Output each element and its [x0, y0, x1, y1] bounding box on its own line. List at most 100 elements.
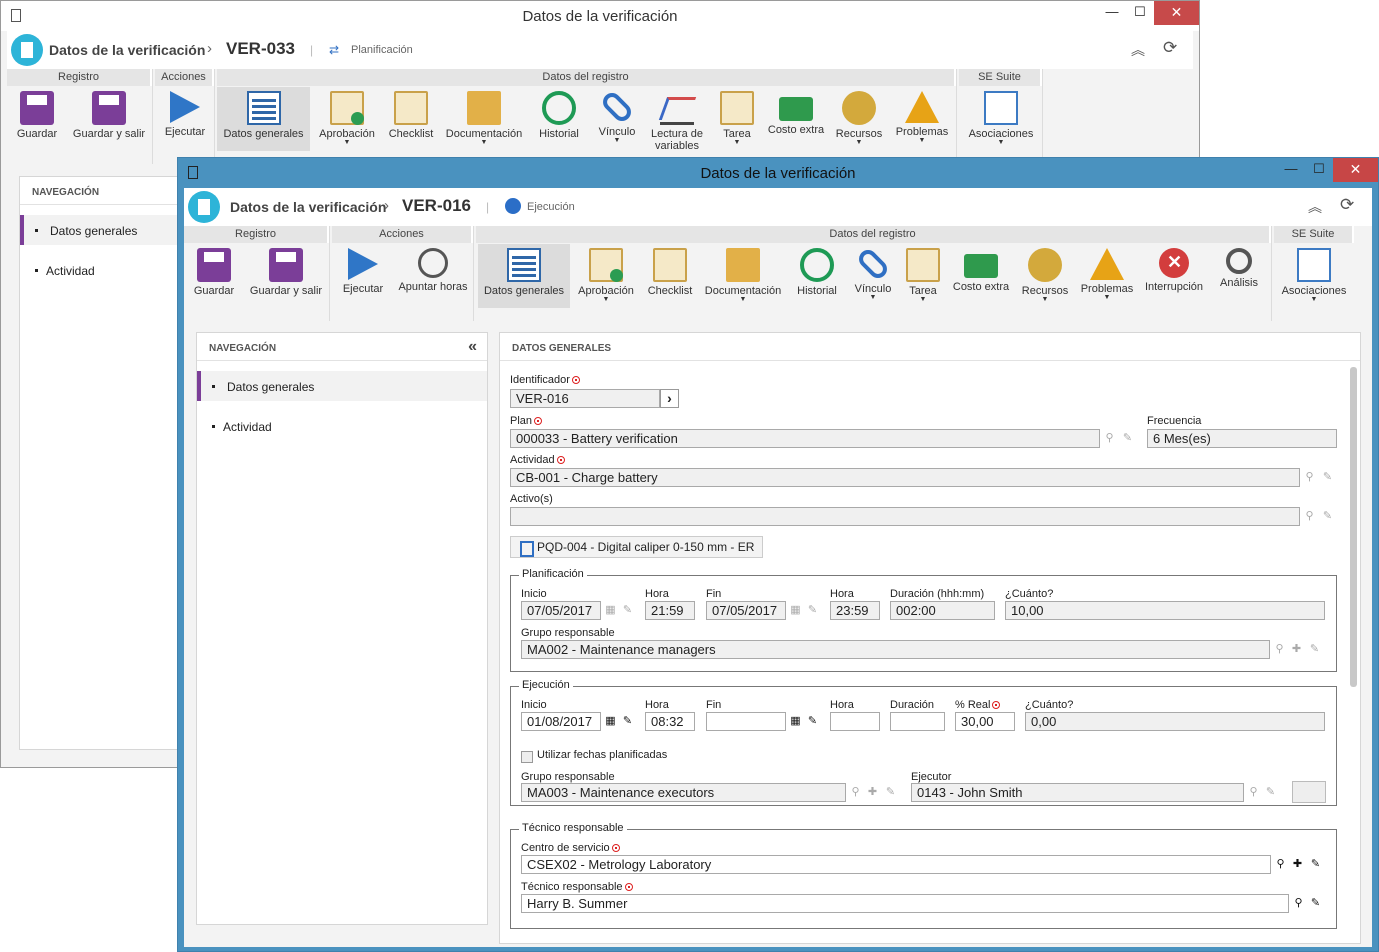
- task-button[interactable]: Tarea ▼: [713, 87, 761, 151]
- clear-icon[interactable]: ✎: [805, 714, 820, 729]
- nav-item-activity[interactable]: Actividad: [20, 255, 188, 285]
- problems-button[interactable]: Problemas ▼: [889, 87, 955, 151]
- plan-duration-field[interactable]: 002:00: [890, 601, 995, 620]
- executor-field[interactable]: 0143 - John Smith: [911, 783, 1244, 802]
- general-data-button[interactable]: Datos generales: [217, 87, 310, 151]
- checklist-button[interactable]: Checklist: [383, 87, 439, 151]
- lock-button[interactable]: [1292, 781, 1326, 803]
- plan-end-field[interactable]: 07/05/2017: [706, 601, 786, 620]
- clear-icon[interactable]: ✎: [805, 603, 820, 618]
- use-planned-checkbox[interactable]: [521, 751, 533, 763]
- exec-real-field[interactable]: 30,00: [955, 712, 1015, 731]
- assets-field[interactable]: [510, 507, 1300, 526]
- clear-icon[interactable]: ✎: [1320, 470, 1335, 485]
- search-icon[interactable]: ⚲: [1102, 431, 1117, 446]
- clear-icon[interactable]: ✎: [883, 785, 898, 800]
- exec-group-field[interactable]: MA003 - Maintenance executors: [521, 783, 846, 802]
- exec-hour-field[interactable]: 08:32: [645, 712, 695, 731]
- documentation-button[interactable]: Documentación ▼: [700, 244, 786, 308]
- save-button[interactable]: Guardar: [188, 244, 240, 308]
- clear-icon[interactable]: ✎: [1308, 896, 1323, 911]
- service-center-field[interactable]: CSEX02 - Metrology Laboratory: [521, 855, 1271, 874]
- clear-icon[interactable]: ✎: [1307, 642, 1322, 657]
- execute-button[interactable]: Ejecutar: [157, 87, 213, 151]
- variables-button[interactable]: Lectura de variables: [643, 87, 711, 152]
- clear-icon[interactable]: ✎: [1120, 431, 1135, 446]
- calendar-icon[interactable]: ▦: [603, 603, 618, 618]
- close-icon[interactable]: ✕: [1333, 158, 1378, 182]
- search-icon[interactable]: ⚲: [1272, 642, 1287, 657]
- history-button[interactable]: Historial: [529, 87, 589, 151]
- asset-chip[interactable]: PQD-004 - Digital caliper 0-150 mm - ER: [510, 536, 764, 558]
- plan-hour-field[interactable]: 21:59: [645, 601, 695, 620]
- refresh-icon[interactable]: ⟳: [1340, 195, 1354, 215]
- log-hours-button[interactable]: Apuntar horas: [394, 244, 472, 308]
- extra-cost-button[interactable]: Costo extra: [948, 244, 1014, 308]
- clear-icon[interactable]: ✎: [1308, 857, 1323, 872]
- calendar-icon[interactable]: ▦: [788, 603, 803, 618]
- resources-button[interactable]: Recursos ▼: [1016, 244, 1074, 308]
- close-icon[interactable]: ✕: [1154, 1, 1199, 25]
- maximize-icon[interactable]: ☐: [1126, 1, 1154, 25]
- collapse-left-icon[interactable]: «: [468, 338, 477, 356]
- exec-start-field[interactable]: 01/08/2017: [521, 712, 601, 731]
- search-icon[interactable]: ⚲: [1273, 857, 1288, 872]
- resources-button[interactable]: Recursos ▼: [831, 87, 887, 151]
- minimize-icon[interactable]: —: [1098, 1, 1126, 25]
- technician-field[interactable]: Harry B. Summer: [521, 894, 1289, 913]
- nav-item-general[interactable]: Datos generales: [197, 371, 487, 401]
- exec-cost-field[interactable]: 0,00: [1025, 712, 1325, 731]
- collapse-up-icon[interactable]: ︽: [1308, 197, 1322, 217]
- add-icon[interactable]: ✚: [865, 785, 880, 800]
- save-exit-button[interactable]: Guardar y salir: [242, 244, 330, 308]
- nav-item-general[interactable]: Datos generales: [20, 215, 188, 245]
- exec-end-field[interactable]: [706, 712, 786, 731]
- plan-field[interactable]: 000033 - Battery verification: [510, 429, 1100, 448]
- nav-item-activity[interactable]: Actividad: [197, 411, 487, 441]
- approval-button[interactable]: Aprobación ▼: [313, 87, 381, 151]
- add-icon[interactable]: ✚: [1290, 857, 1305, 872]
- exec-duration-field[interactable]: [890, 712, 945, 731]
- link-button[interactable]: Vínculo ▼: [591, 87, 643, 151]
- save-exit-button[interactable]: Guardar y salir: [65, 87, 153, 151]
- problems-button[interactable]: Problemas ▼: [1076, 244, 1138, 308]
- calendar-icon[interactable]: ▦: [788, 714, 803, 729]
- next-arrow-button[interactable]: ›: [660, 389, 679, 408]
- plan-group-field[interactable]: MA002 - Maintenance managers: [521, 640, 1270, 659]
- search-icon[interactable]: ⚲: [1302, 470, 1317, 485]
- collapse-up-icon[interactable]: ︽: [1131, 40, 1145, 60]
- checklist-button[interactable]: Checklist: [642, 244, 698, 308]
- refresh-icon[interactable]: ⟳: [1163, 38, 1177, 58]
- add-icon[interactable]: ✚: [1289, 642, 1304, 657]
- clear-icon[interactable]: ✎: [1320, 509, 1335, 524]
- history-button[interactable]: Historial: [788, 244, 846, 308]
- analysis-button[interactable]: Análisis: [1210, 244, 1268, 308]
- search-icon[interactable]: ⚲: [1302, 509, 1317, 524]
- exec-hour2-field[interactable]: [830, 712, 880, 731]
- execute-button[interactable]: Ejecutar: [334, 244, 392, 308]
- extra-cost-button[interactable]: Costo extra: [763, 87, 829, 151]
- documentation-button[interactable]: Documentación ▼: [441, 87, 527, 151]
- search-icon[interactable]: ⚲: [1291, 896, 1306, 911]
- clear-icon[interactable]: ✎: [620, 714, 635, 729]
- search-icon[interactable]: ⚲: [1246, 785, 1261, 800]
- plan-cost-field[interactable]: 10,00: [1005, 601, 1325, 620]
- clear-icon[interactable]: ✎: [620, 603, 635, 618]
- minimize-icon[interactable]: —: [1277, 158, 1305, 182]
- interruption-button[interactable]: ✕ Interrupción: [1140, 244, 1208, 308]
- save-button[interactable]: Guardar: [11, 87, 63, 151]
- link-button[interactable]: Vínculo ▼: [848, 244, 898, 308]
- clear-icon[interactable]: ✎: [1263, 785, 1278, 800]
- search-icon[interactable]: ⚲: [848, 785, 863, 800]
- identifier-field[interactable]: VER-016: [510, 389, 660, 408]
- approval-button[interactable]: Aprobación ▼: [572, 244, 640, 308]
- associations-button[interactable]: Asociaciones ▼: [1274, 244, 1354, 308]
- calendar-icon[interactable]: ▦: [603, 714, 618, 729]
- general-data-button[interactable]: Datos generales: [478, 244, 570, 308]
- maximize-icon[interactable]: ☐: [1305, 158, 1333, 182]
- plan-start-field[interactable]: 07/05/2017: [521, 601, 601, 620]
- plan-hour2-field[interactable]: 23:59: [830, 601, 880, 620]
- task-button[interactable]: Tarea ▼: [900, 244, 946, 308]
- scrollbar[interactable]: [1350, 367, 1357, 687]
- activity-field[interactable]: CB-001 - Charge battery: [510, 468, 1300, 487]
